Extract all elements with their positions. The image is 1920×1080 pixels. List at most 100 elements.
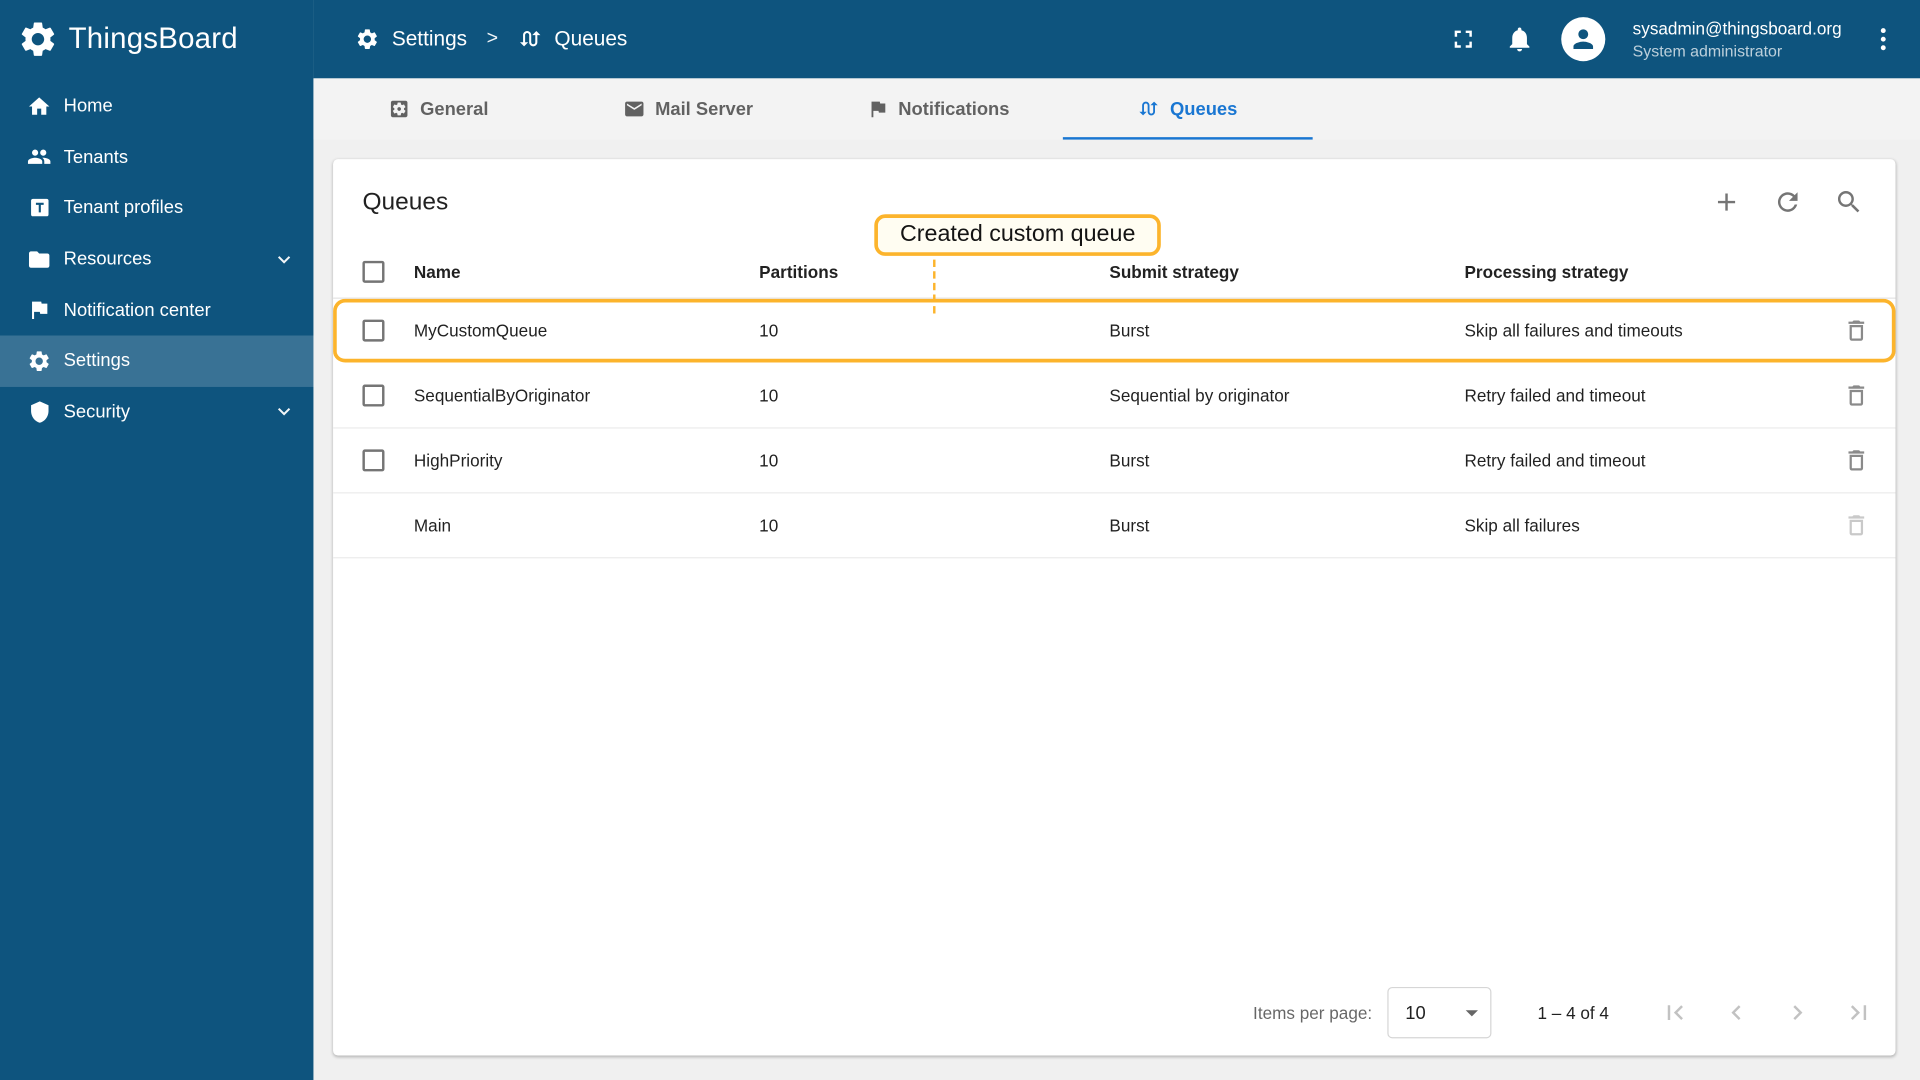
add-queue-button[interactable]	[1712, 187, 1741, 216]
delete-icon[interactable]	[1843, 317, 1870, 344]
sidebar: ThingsBoard Home Tenants Tenant profiles…	[0, 0, 314, 1080]
main-column: Settings > Queues sysadmin@thingsboard.o…	[313, 0, 1920, 1080]
tab-notifications[interactable]: Notifications	[813, 78, 1063, 139]
queue-name: SequentialByOriginator	[413, 385, 591, 406]
table-row[interactable]: MyCustomQueue 10 Burst Skip all failures…	[333, 299, 1895, 364]
queue-processing-strategy: Retry failed and timeout	[1464, 385, 1646, 406]
queue-submit-strategy: Sequential by originator	[1109, 385, 1290, 406]
sidebar-item-label: Notification center	[63, 299, 211, 321]
previous-page-icon[interactable]	[1722, 998, 1751, 1027]
tab-label: General	[420, 98, 489, 120]
last-page-icon[interactable]	[1844, 998, 1873, 1027]
first-page-icon[interactable]	[1660, 998, 1689, 1027]
sidebar-item-home[interactable]: Home	[0, 81, 313, 132]
queue-partitions: 10	[759, 320, 779, 341]
user-email: sysadmin@thingsboard.org	[1632, 18, 1842, 38]
avatar[interactable]	[1561, 17, 1606, 62]
column-header-name[interactable]: Name	[414, 261, 759, 281]
breadcrumb-queues[interactable]: Queues	[518, 26, 628, 51]
mail-icon	[623, 98, 645, 120]
sidebar-item-settings[interactable]: Settings	[0, 335, 314, 387]
select-all-checkbox[interactable]	[362, 260, 385, 283]
app-title: ThingsBoard	[68, 22, 238, 56]
breadcrumb-settings[interactable]: Settings	[355, 27, 467, 51]
pager-buttons	[1660, 998, 1873, 1027]
sidebar-item-tenant-profiles[interactable]: Tenant profiles	[0, 183, 313, 234]
dropdown-caret-icon	[1465, 1009, 1478, 1016]
column-header-processing-strategy[interactable]: Processing strategy	[1464, 261, 1817, 281]
active-tab-underline	[1062, 137, 1313, 140]
user-info: sysadmin@thingsboard.org System administ…	[1633, 17, 1842, 62]
queues-icon	[1138, 98, 1160, 120]
items-per-page-value: 10	[1405, 1002, 1426, 1024]
top-bar: Settings > Queues sysadmin@thingsboard.o…	[313, 0, 1920, 79]
tenant-profiles-icon	[27, 196, 51, 220]
tab-label: Notifications	[898, 98, 1010, 120]
queue-submit-strategy: Burst	[1109, 515, 1150, 536]
queue-processing-strategy: Retry failed and timeout	[1464, 450, 1646, 471]
sidebar-item-notification-center[interactable]: Notification center	[0, 285, 313, 336]
thingsboard-logo-icon	[17, 18, 59, 60]
breadcrumb-queues-label: Queues	[554, 26, 628, 51]
tenants-icon	[27, 145, 51, 169]
general-settings-icon	[388, 98, 410, 120]
breadcrumb-separator: >	[486, 28, 499, 49]
flag-icon	[866, 98, 888, 120]
home-icon	[27, 94, 51, 118]
sidebar-item-label: Settings	[63, 350, 131, 372]
thingsboard-logo[interactable]: ThingsBoard	[0, 0, 313, 78]
sidebar-nav: Home Tenants Tenant profiles Resources N…	[0, 81, 314, 438]
breadcrumb-settings-label: Settings	[391, 26, 468, 51]
sidebar-item-label: Tenant profiles	[63, 197, 184, 219]
items-per-page-select[interactable]: 10	[1386, 986, 1491, 1039]
queues-icon	[518, 27, 542, 51]
delete-icon[interactable]	[1843, 382, 1870, 409]
delete-icon[interactable]	[1843, 447, 1870, 474]
user-role: System administrator	[1632, 41, 1783, 60]
table-row[interactable]: HighPriority 10 Burst Retry failed and t…	[333, 429, 1896, 494]
kebab-menu-icon[interactable]	[1869, 24, 1898, 53]
chevron-down-icon	[272, 400, 296, 424]
tab-label: Mail Server	[655, 98, 754, 120]
queue-partitions: 10	[759, 450, 779, 471]
chevron-down-icon	[272, 247, 296, 271]
queue-name: Main	[413, 515, 452, 536]
table-row[interactable]: SequentialByOriginator 10 Sequential by …	[333, 364, 1896, 429]
flag-icon	[27, 298, 51, 322]
page-title: Queues	[362, 187, 449, 215]
sidebar-item-resources[interactable]: Resources	[0, 234, 313, 285]
queue-submit-strategy: Burst	[1109, 450, 1150, 471]
queue-partitions: 10	[759, 385, 779, 406]
sidebar-item-security[interactable]: Security	[0, 386, 313, 437]
gear-icon	[355, 27, 379, 51]
paginator: Items per page: 10 1 – 4 of 4	[333, 970, 1895, 1056]
next-page-icon[interactable]	[1783, 998, 1812, 1027]
column-header-submit-strategy[interactable]: Submit strategy	[1109, 261, 1464, 281]
notifications-bell-icon[interactable]	[1505, 24, 1534, 53]
sidebar-item-tenants[interactable]: Tenants	[0, 132, 313, 183]
table-row[interactable]: Main 10 Burst Skip all failures	[333, 493, 1896, 559]
pagination-range: 1 – 4 of 4	[1537, 1002, 1609, 1023]
sidebar-item-label: Security	[63, 401, 131, 423]
search-icon[interactable]	[1834, 187, 1863, 216]
tab-label: Queues	[1169, 98, 1238, 120]
refresh-icon[interactable]	[1773, 187, 1802, 216]
items-per-page-label: Items per page:	[1253, 1002, 1373, 1023]
app-window: ThingsBoard Home Tenants Tenant profiles…	[0, 0, 1920, 1080]
row-checkbox[interactable]	[362, 319, 385, 342]
top-bar-right: sysadmin@thingsboard.org System administ…	[1449, 17, 1898, 62]
fullscreen-icon[interactable]	[1449, 24, 1478, 53]
tab-queues[interactable]: Queues	[1063, 78, 1313, 139]
queue-name: MyCustomQueue	[413, 320, 548, 341]
queue-submit-strategy: Burst	[1109, 320, 1150, 341]
tab-general[interactable]: General	[313, 78, 563, 139]
annotation-connector-line	[933, 259, 936, 314]
queues-card: Queues Created custom queue Name Partiti…	[333, 159, 1896, 1056]
queue-partitions: 10	[759, 515, 779, 536]
row-checkbox[interactable]	[362, 384, 385, 407]
tab-mail-server[interactable]: Mail Server	[563, 78, 813, 139]
sidebar-item-label: Home	[63, 95, 113, 117]
row-checkbox[interactable]	[362, 449, 385, 472]
queue-processing-strategy: Skip all failures and timeouts	[1464, 320, 1683, 341]
queue-name: HighPriority	[413, 450, 503, 471]
